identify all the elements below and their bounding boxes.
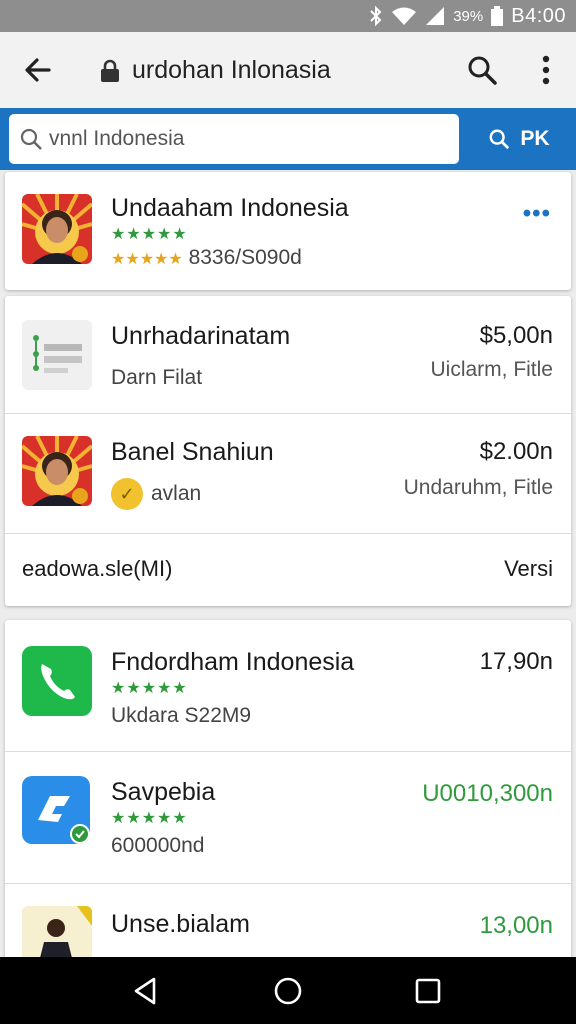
app-list-card: Fndordham Indonesia ★★★★★ Ukdara S22M9 1…	[5, 620, 571, 965]
page-title: urdohan Inlonasia	[132, 56, 331, 84]
list-item[interactable]: Unrhadarinatam Darn Filat $5,00n Uiclarm…	[5, 296, 571, 414]
blue-app-icon	[22, 776, 90, 844]
app-name: Fndordham Indonesia	[111, 648, 355, 676]
list-item[interactable]: Unse.bialam 13,00n	[5, 884, 571, 965]
footer-left-text: eadowa.sle(MI)	[22, 556, 173, 581]
recents-square-icon[interactable]	[412, 975, 444, 1007]
list-item[interactable]: Savpebia ★★★★★ 600000nd U0010,300n	[5, 752, 571, 884]
clock: B4:00	[511, 4, 566, 27]
app-icon-portrait	[22, 194, 92, 264]
wifi-icon	[392, 7, 417, 25]
search-bar: PK	[0, 108, 576, 170]
list-item[interactable]: Banel Snahiun ✓ avlan $2.00n Undaruhm, F…	[5, 414, 571, 534]
phone-app-icon	[22, 646, 92, 716]
app-meta: Uiclarm, Fitle	[430, 358, 553, 381]
app-icon-portrait	[22, 436, 92, 506]
coin-icon: ✓	[111, 478, 143, 510]
app-list-card: Unrhadarinatam Darn Filat $5,00n Uiclarm…	[5, 296, 571, 606]
more-vert-icon[interactable]	[532, 54, 560, 86]
battery-icon	[491, 6, 504, 26]
app-price: 17,90n	[479, 648, 553, 675]
search-button[interactable]: PK	[462, 108, 576, 170]
app-meta: Undaruhm, Fitle	[403, 476, 553, 499]
search-icon[interactable]	[466, 54, 498, 86]
back-triangle-icon[interactable]	[130, 975, 162, 1007]
back-arrow-icon[interactable]	[22, 54, 54, 86]
app-price: U0010,300n	[422, 780, 553, 807]
search-input[interactable]	[49, 127, 449, 151]
app-name: Savpebia	[111, 778, 216, 806]
app-name: Undaaham Indonesia	[111, 194, 349, 222]
search-box[interactable]	[9, 114, 459, 164]
app-name: Banel Snahiun	[111, 438, 274, 466]
footer-right-text: Versi	[504, 556, 553, 581]
system-nav-bar	[0, 957, 576, 1024]
search-button-label: PK	[520, 127, 550, 150]
battery-percent: 39%	[453, 7, 484, 25]
app-price: $2.00n	[479, 438, 553, 465]
yellow-rating-stars: ★★★★★	[111, 251, 183, 268]
list-item[interactable]: Fndordham Indonesia ★★★★★ Ukdara S22M9 1…	[5, 620, 571, 752]
app-subtitle: Darn Filat	[111, 366, 203, 389]
app-bar: urdohan Inlonasia	[0, 32, 576, 108]
rating-count: ★★★★★ 8336/S090d	[111, 246, 302, 269]
bluetooth-icon	[370, 6, 382, 26]
app-icon-document	[22, 320, 92, 390]
list-footer[interactable]: eadowa.sle(MI) Versi	[5, 534, 571, 606]
app-name: Unse.bialam	[111, 910, 250, 938]
app-price: $5,00n	[479, 322, 553, 349]
featured-app-card[interactable]: Undaaham Indonesia ★★★★★ ★★★★★ 8336/S090…	[5, 172, 571, 290]
more-horiz-icon[interactable]: •••	[523, 200, 551, 228]
app-subtitle: avlan	[151, 482, 202, 505]
search-icon	[20, 128, 42, 150]
rating-stars: ★★★★★	[111, 680, 188, 697]
rating-stars: ★★★★★	[111, 810, 188, 827]
lock-icon	[101, 59, 119, 82]
signal-icon	[426, 7, 445, 25]
status-bar: 39% B4:00	[0, 0, 576, 32]
rating-stars: ★★★★★	[111, 226, 188, 243]
app-price: 13,00n	[479, 912, 553, 939]
app-subtitle: 600000nd	[111, 834, 205, 857]
home-circle-icon[interactable]	[272, 975, 304, 1007]
app-subtitle: Ukdara S22M9	[111, 704, 252, 727]
app-name: Unrhadarinatam	[111, 322, 291, 350]
search-icon	[489, 129, 510, 150]
